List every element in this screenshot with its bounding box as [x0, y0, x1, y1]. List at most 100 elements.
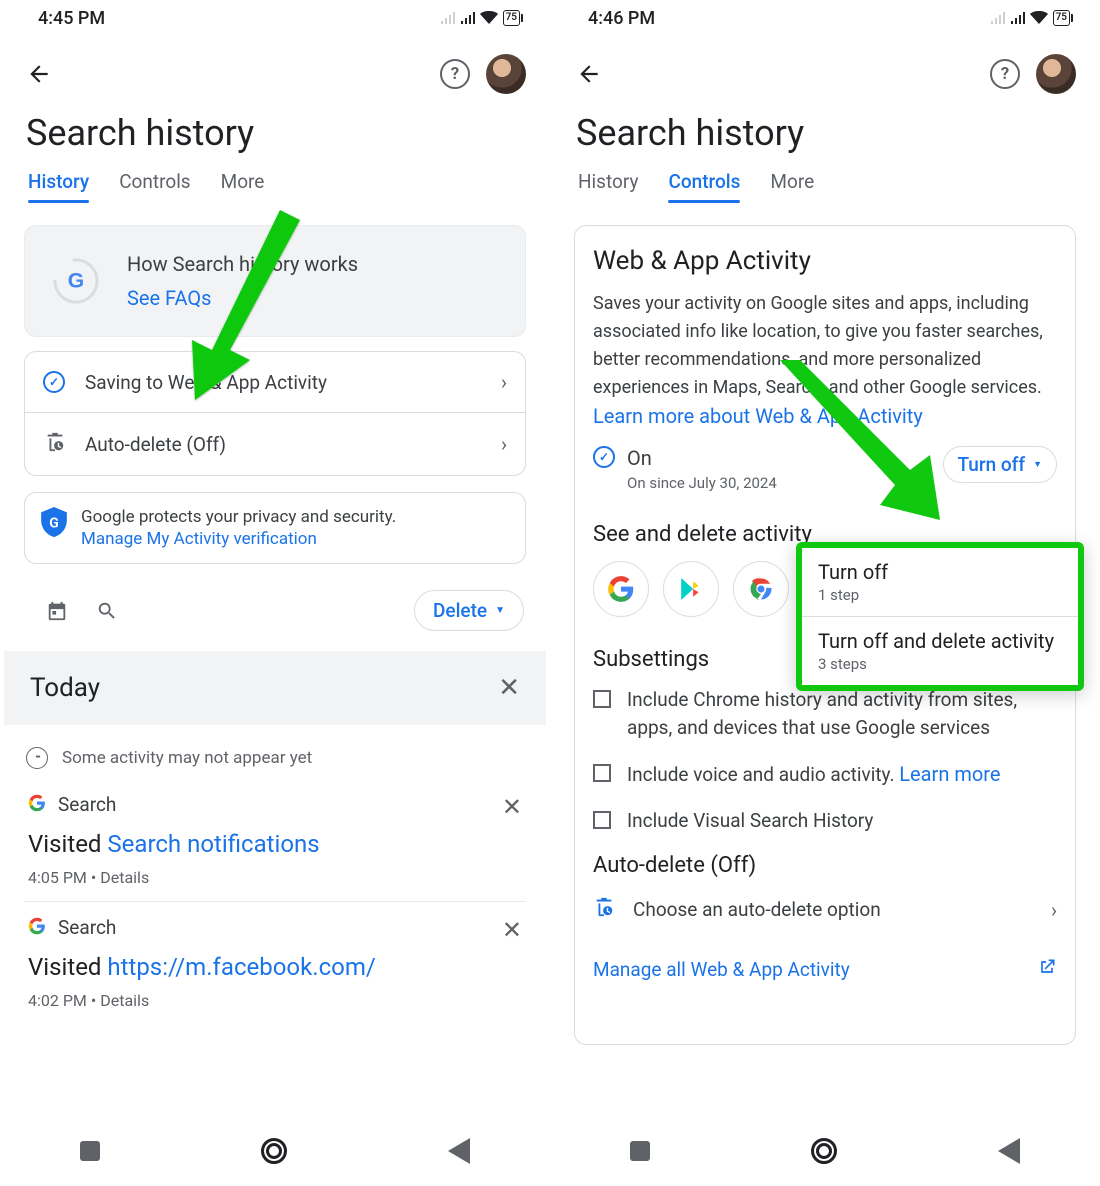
autodelete-heading: Auto-delete (Off)	[593, 853, 1057, 878]
row-auto-delete[interactable]: Auto-delete (Off) ›	[25, 413, 525, 475]
app-google[interactable]	[593, 561, 649, 617]
subsetting-chrome-history[interactable]: Include Chrome history and activity from…	[593, 686, 1057, 742]
checkbox[interactable]	[593, 764, 611, 782]
screen-right: 4:46 PM 75 ? Search history History Cont…	[550, 0, 1100, 1186]
battery-indicator: 75	[503, 10, 520, 26]
row-saving-activity[interactable]: ✓ Saving to Web & App Activity ›	[25, 352, 525, 413]
tab-history[interactable]: History	[28, 170, 89, 203]
details-link[interactable]: Details	[100, 991, 149, 1010]
status-time: 4:45 PM	[38, 8, 105, 29]
app-chrome[interactable]	[733, 561, 789, 617]
tab-history[interactable]: History	[578, 170, 638, 203]
delete-entry-button[interactable]: ✕	[502, 916, 522, 944]
svg-text:G: G	[49, 515, 58, 531]
subsetting-visual-search[interactable]: Include Visual Search History	[593, 807, 1057, 835]
dropdown-caret-icon: ▼	[495, 605, 505, 616]
manage-all-link[interactable]: Manage all Web & App Activity	[593, 958, 850, 981]
turn-off-button[interactable]: Turn off ▼	[943, 446, 1058, 483]
delete-button[interactable]: Delete ▼	[414, 590, 524, 631]
entry-app: Search	[58, 793, 116, 816]
help-button[interactable]: ?	[990, 59, 1020, 89]
avatar[interactable]	[486, 54, 526, 94]
close-today-button[interactable]: ✕	[498, 673, 520, 703]
signal-icon	[440, 12, 455, 25]
autodelete-row[interactable]: Choose an auto-delete option ›	[593, 896, 1057, 923]
google-g-icon	[28, 917, 46, 939]
status-right: 75	[440, 10, 520, 26]
tab-more[interactable]: More	[221, 170, 265, 203]
tabs: History Controls More	[0, 164, 550, 203]
entry-meta: 4:05 PM • Details	[28, 868, 522, 887]
history-entry: Search ✕ Visited https://m.facebook.com/…	[24, 902, 526, 1024]
nav-back[interactable]	[448, 1138, 470, 1164]
signal-icon	[460, 12, 475, 25]
visited-link[interactable]: https://m.facebook.com/	[107, 953, 375, 981]
arrow-back-icon	[576, 61, 602, 87]
app-play[interactable]	[663, 561, 719, 617]
back-button[interactable]	[24, 59, 54, 89]
visited-line: Visited https://m.facebook.com/	[28, 953, 522, 981]
tab-more[interactable]: More	[770, 170, 814, 203]
tab-controls[interactable]: Controls	[668, 170, 740, 203]
faq-card: G How Search history works See FAQs	[24, 225, 526, 337]
panel-title: Web & App Activity	[593, 246, 1057, 276]
popup-item-subtitle: 1 step	[818, 586, 1062, 604]
chevron-right-icon: ›	[501, 370, 507, 394]
google-g-icon	[28, 794, 46, 816]
battery-indicator: 75	[1053, 10, 1070, 26]
status-bar: 4:46 PM 75	[550, 0, 1100, 36]
status-right: 75	[990, 10, 1070, 26]
faq-link[interactable]: See FAQs	[127, 286, 358, 310]
google-swirl-icon: G	[47, 252, 105, 310]
status-bar: 4:45 PM 75	[0, 0, 550, 36]
status-time: 4:46 PM	[588, 8, 655, 29]
subsetting-voice-audio[interactable]: Include voice and audio activity. Learn …	[593, 760, 1057, 789]
help-button[interactable]: ?	[440, 59, 470, 89]
nav-recents[interactable]	[80, 1141, 100, 1161]
nav-bar	[550, 1116, 1100, 1186]
search-button[interactable]	[94, 598, 120, 624]
svg-text:G: G	[68, 270, 84, 293]
delete-entry-button[interactable]: ✕	[502, 793, 522, 821]
nav-home[interactable]	[811, 1138, 837, 1164]
today-section-header: Today ✕	[4, 651, 546, 725]
calendar-button[interactable]	[44, 598, 70, 624]
popup-turn-off-delete[interactable]: Turn off and delete activity 3 steps	[802, 617, 1078, 685]
panel-desc: Saves your activity on Google sites and …	[593, 290, 1057, 432]
nav-bar	[0, 1116, 550, 1186]
checkbox[interactable]	[593, 811, 611, 829]
back-button[interactable]	[574, 59, 604, 89]
tab-controls[interactable]: Controls	[119, 170, 190, 203]
open-external-icon	[1037, 957, 1057, 982]
note-text: Some activity may not appear yet	[62, 748, 312, 768]
details-link[interactable]: Details	[100, 868, 149, 887]
visited-link[interactable]: Search notifications	[107, 830, 319, 858]
row-label: Saving to Web & App Activity	[85, 371, 483, 394]
on-since: On since July 30, 2024	[627, 474, 777, 492]
nav-back[interactable]	[998, 1138, 1020, 1164]
page-title: Search history	[550, 102, 1100, 164]
manage-verification-link[interactable]: Manage My Activity verification	[81, 529, 396, 549]
turnoff-popup: Turn off 1 step Turn off and delete acti…	[796, 542, 1084, 691]
learn-more-link[interactable]: Learn more about Web & App Activity	[593, 404, 923, 428]
settings-list-card: ✓ Saving to Web & App Activity › Auto-de…	[24, 351, 526, 476]
subsetting-text: Include voice and audio activity. Learn …	[627, 760, 1000, 789]
popup-item-title: Turn off and delete activity	[818, 629, 1062, 653]
nav-recents[interactable]	[630, 1141, 650, 1161]
avatar[interactable]	[1036, 54, 1076, 94]
checkbox[interactable]	[593, 690, 611, 708]
delete-label: Delete	[433, 599, 487, 622]
dropdown-caret-icon: ▼	[1033, 459, 1042, 470]
popup-item-title: Turn off	[818, 560, 1062, 584]
ellipsis-circle-icon: • • •	[26, 747, 48, 769]
learn-more-link[interactable]: Learn more	[899, 762, 1000, 786]
protect-card: G Google protects your privacy and secur…	[24, 492, 526, 564]
content: Web & App Activity Saves your activity o…	[550, 203, 1100, 1186]
auto-delete-icon	[43, 431, 67, 457]
header: ?	[0, 36, 550, 102]
visited-line: Visited Search notifications	[28, 830, 522, 858]
nav-home[interactable]	[261, 1138, 287, 1164]
popup-turn-off[interactable]: Turn off 1 step	[802, 548, 1078, 616]
content: G How Search history works See FAQs ✓ Sa…	[0, 203, 550, 1186]
popup-item-subtitle: 3 steps	[818, 655, 1062, 673]
